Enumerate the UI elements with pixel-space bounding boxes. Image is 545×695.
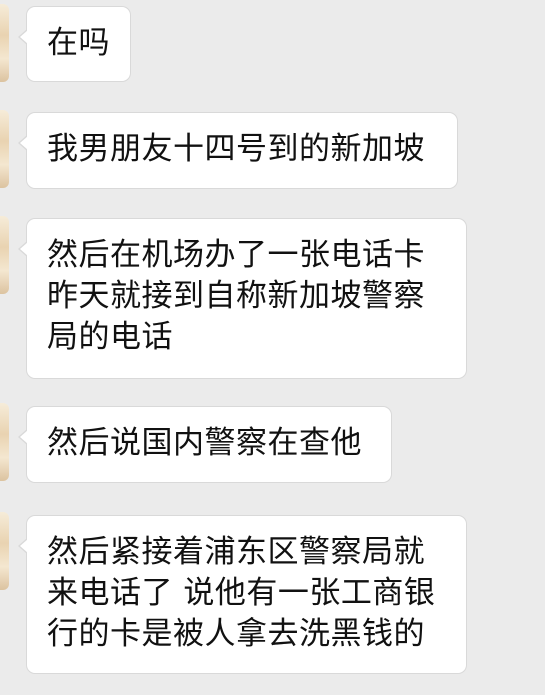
message-bubble[interactable]: 然后说国内警察在查他 [18, 406, 392, 483]
sender-avatar[interactable] [0, 512, 9, 590]
chat-message-list: 在吗 我男朋友十四号到的新加坡 然后在机场办了一张电话卡 昨天就接到自称新加坡警… [0, 0, 545, 695]
message-bubble[interactable]: 然后紧接着浦东区警察局就 来电话了 说他有一张工商银 行的卡是被人拿去洗黑钱的 [18, 515, 467, 674]
message-bubble[interactable]: 然后在机场办了一张电话卡 昨天就接到自称新加坡警察 局的电话 [18, 218, 467, 379]
message-bubble[interactable]: 我男朋友十四号到的新加坡 [18, 112, 458, 189]
sender-avatar[interactable] [0, 4, 9, 82]
sender-avatar[interactable] [0, 403, 9, 481]
message-bubble[interactable]: 在吗 [18, 6, 131, 82]
sender-avatar[interactable] [0, 110, 9, 188]
sender-avatar[interactable] [0, 216, 9, 294]
